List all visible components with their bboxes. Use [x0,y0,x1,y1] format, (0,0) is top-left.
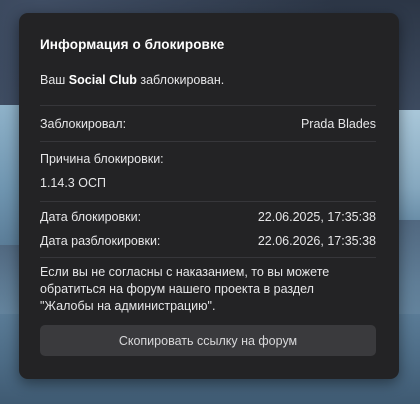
block-date-row: Дата блокировки: 22.06.2025, 17:35:38 [40,210,376,224]
unblock-date-row: Дата разблокировки: 22.06.2026, 17:35:38 [40,234,376,248]
divider [40,141,376,142]
blocked-by-value: Prada Blades [300,117,376,131]
blocked-by-label: Заблокировал: [40,117,127,131]
copy-forum-link-button[interactable]: Скопировать ссылку на форум [40,325,376,356]
block-date-label: Дата блокировки: [40,210,142,224]
block-date-value: 22.06.2025, 17:35:38 [257,210,376,224]
reason-label: Причина блокировки: [40,152,164,166]
divider [40,201,376,202]
account-prefix: Ваш [40,73,69,87]
account-suffix: заблокирован. [136,73,225,87]
divider [40,105,376,106]
modal-title: Информация о блокировке [40,37,225,52]
divider [40,257,376,258]
ban-info-modal: Информация о блокировке Ваш Social Club … [19,13,399,379]
blocked-by-row: Заблокировал: Prada Blades [40,117,376,131]
account-status-text: Ваш Social Club заблокирован. [40,73,224,87]
account-name: Social Club [68,73,137,87]
unblock-date-label: Дата разблокировки: [40,234,161,248]
unblock-date-value: 22.06.2026, 17:35:38 [257,234,376,248]
reason-value: 1.14.3 ОСП [40,176,106,190]
appeal-notice: Если вы не согласны с наказанием, то вы … [40,265,330,313]
